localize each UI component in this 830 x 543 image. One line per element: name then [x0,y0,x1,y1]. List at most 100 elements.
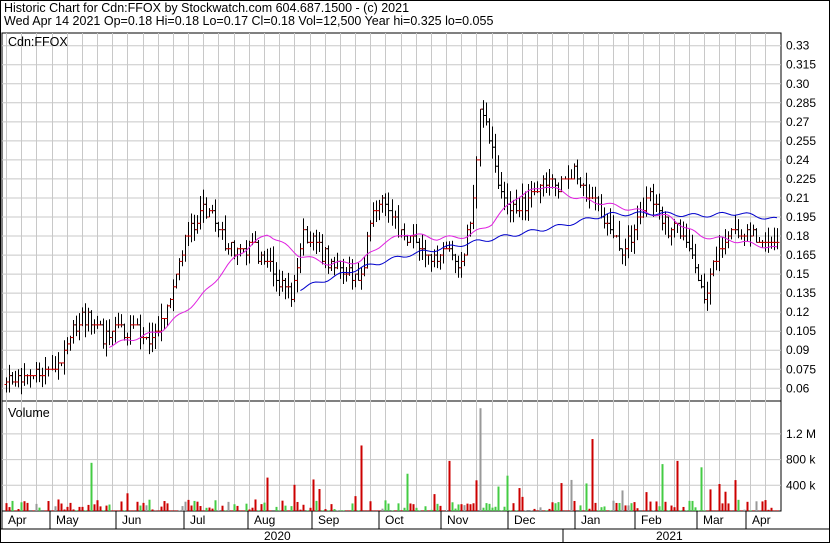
volume-panel-title: Volume [8,406,50,420]
volume-bar [740,510,743,511]
volume-bar [369,501,372,511]
volume-bar [655,501,658,511]
volume-bar [17,509,20,511]
volume-bar [394,510,397,511]
price-tick-label: 0.315 [786,58,816,72]
volume-bar [163,501,166,511]
volume-bar [397,503,400,511]
volume-bar [387,503,390,511]
volume-bar [548,508,551,511]
volume-bar [278,510,281,511]
price-tick-label: 0.165 [786,248,816,262]
volume-bar [658,506,661,511]
volume-bar [32,510,35,511]
volume-bar [299,509,302,511]
volume-bar [81,506,84,511]
chart-frame [0,0,830,543]
volume-bar [724,491,727,511]
price-tick-label: 0.225 [786,172,816,186]
volume-bar [269,510,272,511]
volume-bar [257,510,260,511]
volume-bar [776,510,779,511]
volume-bar [284,505,287,511]
volume-tick-label: 800 k [786,453,816,467]
month-tick-label: Jul [190,513,205,527]
volume-bar [652,510,655,511]
volume-bar [621,490,624,511]
volume-bar [482,507,485,511]
volume-bar [90,462,93,511]
volume-bar [84,510,87,511]
price-tick-label: 0.195 [786,210,816,224]
volume-bar [761,501,764,511]
volume-bar [114,510,117,511]
month-tick-label: Jun [122,513,141,527]
volume-bar [703,510,706,511]
volume-bar [667,510,670,511]
volume-bar [360,445,363,511]
month-tick-label: Jan [581,513,600,527]
volume-bar [512,503,515,511]
volume-bar [242,510,245,511]
volume-bar [515,510,518,511]
volume-bar [129,510,132,511]
volume-bar [20,502,23,511]
volume-bar [454,508,457,511]
volume-bar [66,506,69,511]
volume-bar [178,510,181,511]
volume-bar [530,510,533,511]
price-tick-label: 0.105 [786,324,816,338]
month-tick-label: Aug [254,513,275,527]
volume-bar [588,508,591,511]
volume-bar [263,502,266,511]
volume-bar [442,510,445,511]
volume-bar [26,502,29,511]
volume-bar [524,510,527,511]
volume-bar [14,510,17,511]
volume-bar [111,510,114,511]
month-tick-label: Dec [514,513,535,527]
volume-bar [403,507,406,511]
price-tick-label: 0.09 [786,343,810,357]
volume-bar [582,510,585,511]
volume-bar [123,510,126,511]
volume-bar [227,501,230,511]
volume-bar [142,502,145,511]
volume-bar [469,504,472,511]
volume-bar [293,484,296,511]
volume-bar [503,506,506,511]
volume-bar [488,503,491,511]
volume-bar [87,504,90,511]
volume-bar [627,505,630,511]
volume-bar [585,483,588,511]
volume-bar [354,496,357,511]
volume-bar [44,510,47,511]
volume-bar [233,504,236,511]
volume-bar [175,510,178,511]
price-tick-label: 0.285 [786,96,816,110]
volume-bar [23,501,26,511]
volume-bar [357,510,360,511]
volume-bar [630,503,633,511]
volume-bar [497,486,500,511]
volume-bar [557,502,560,511]
volume-bar [136,501,139,511]
volume-bar [400,510,403,511]
volume-bar [117,510,120,511]
volume-bar [63,509,66,511]
volume-bar [196,501,199,511]
volume-bar [202,510,205,511]
volume-bar [472,503,475,511]
volume-bar [539,507,542,511]
volume-bar [721,503,724,511]
volume-bar [187,499,190,511]
volume-bar [509,510,512,511]
volume-bar [673,507,676,511]
volume-bar [682,506,685,511]
price-tick-label: 0.27 [786,115,810,129]
volume-bar [157,510,160,511]
volume-bar [78,506,81,511]
volume-bar [746,501,749,511]
volume-bar [406,473,409,511]
volume-bar [606,510,609,511]
